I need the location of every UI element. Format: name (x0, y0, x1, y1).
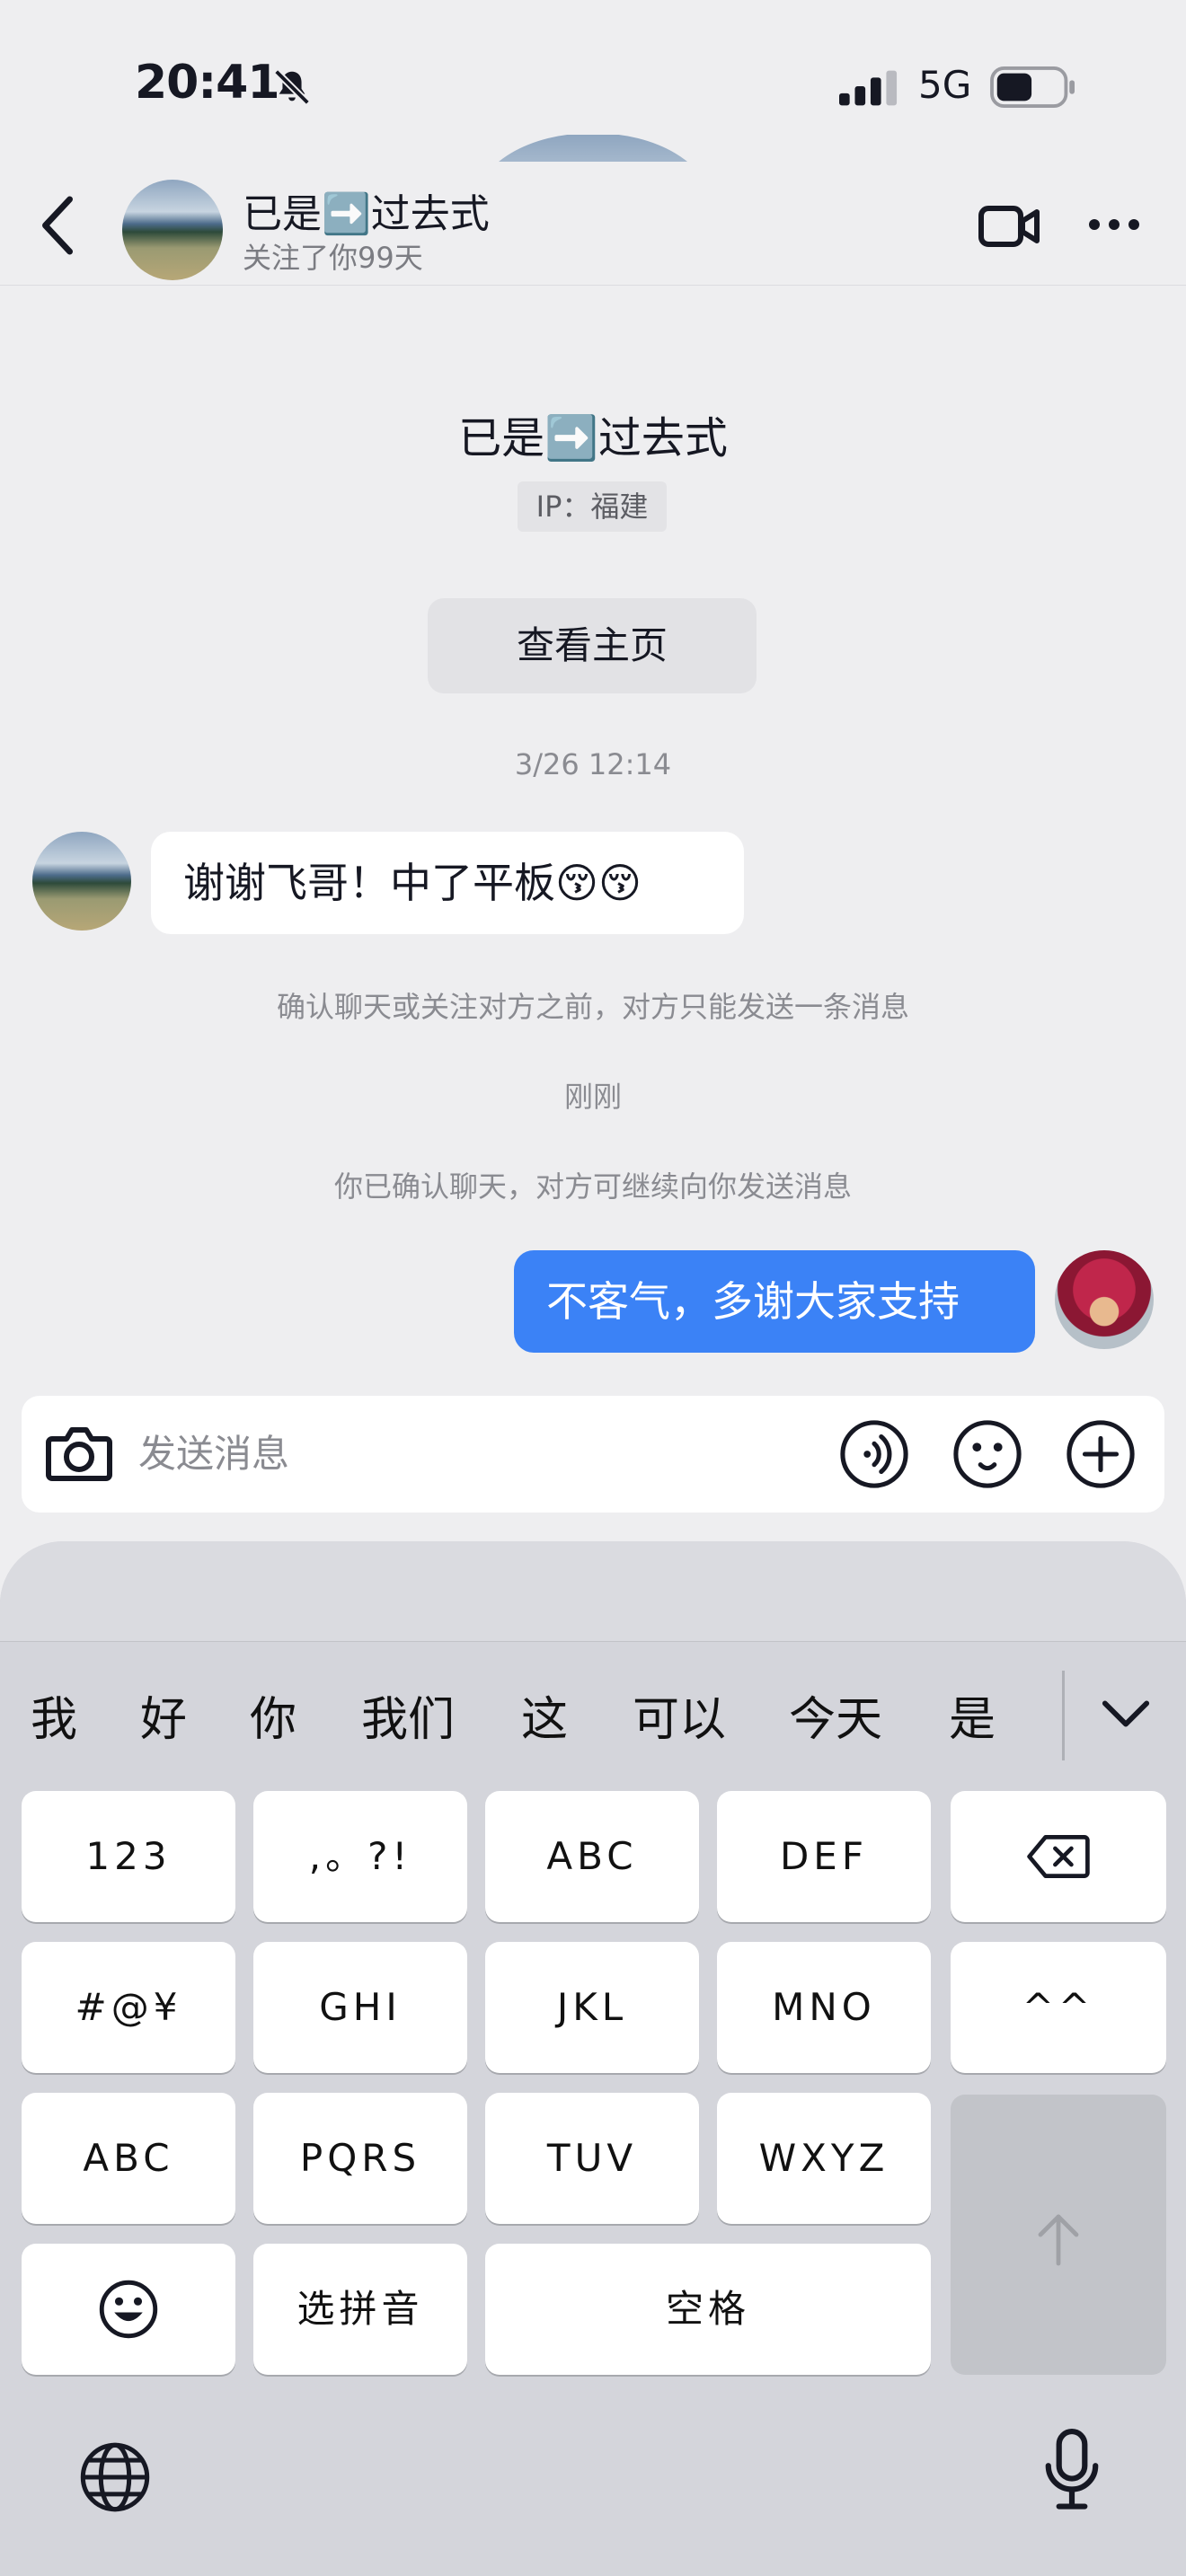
message-timestamp: 3/26 12:14 (514, 747, 672, 781)
header-avatar[interactable] (122, 180, 223, 280)
bell-mute-icon (274, 69, 310, 105)
key-symbols[interactable]: #@¥ (22, 1942, 235, 2073)
message-input[interactable] (138, 1421, 821, 1486)
incoming-message-bubble[interactable]: 谢谢飞哥！中了平板😚😚 (151, 832, 744, 934)
view-profile-button[interactable]: 查看主页 (428, 598, 757, 693)
key-ghi[interactable]: GHI (253, 1942, 467, 2073)
mic-icon[interactable] (1044, 2427, 1100, 2513)
key-enter[interactable] (951, 2095, 1166, 2375)
key-abc[interactable]: ABC (485, 1791, 699, 1922)
message-timestamp: 刚刚 (563, 1080, 622, 1114)
key-jkl[interactable]: JKL (485, 1942, 699, 2073)
candidate-word[interactable]: 可以 (633, 1681, 726, 1749)
message-input-bar (22, 1396, 1164, 1513)
candidate-divider (1062, 1671, 1065, 1760)
keyboard: 我 好 你 我们 这 可以 今天 是 123 ,。?! ABC DEF #@¥ … (0, 1541, 1186, 2576)
key-mno[interactable]: MNO (717, 1942, 931, 2073)
key-pqrs[interactable]: PQRS (253, 2093, 467, 2224)
key-space[interactable]: 空格 (485, 2244, 931, 2375)
plus-icon[interactable] (1066, 1419, 1136, 1489)
follow-duration: 关注了你99天 (243, 241, 423, 275)
back-icon[interactable] (40, 196, 75, 255)
battery-icon (990, 66, 1075, 108)
voice-icon[interactable] (839, 1419, 909, 1489)
chat-header: 已是➡️过去式 关注了你99天 (0, 162, 1186, 286)
system-notice: 确认聊天或关注对方之前，对方只能发送一条消息 (276, 990, 909, 1024)
video-icon[interactable] (978, 201, 1042, 251)
contact-avatar[interactable] (32, 832, 131, 931)
emoji-icon[interactable] (952, 1419, 1022, 1489)
signal-icon (839, 70, 898, 106)
candidate-word[interactable]: 我 (31, 1681, 77, 1749)
backspace-icon (1027, 1835, 1090, 1878)
key-select-pinyin[interactable]: 选拼音 (253, 2244, 467, 2375)
camera-icon[interactable] (45, 1421, 113, 1486)
status-time: 20:41 (135, 56, 280, 110)
candidate-word[interactable]: 你 (250, 1681, 296, 1749)
key-emoji[interactable] (22, 2244, 235, 2375)
contact-name[interactable]: 已是➡️过去式 (243, 181, 490, 239)
key-abc-switch[interactable]: ABC (22, 2093, 235, 2224)
emoji-key-icon (99, 2280, 158, 2339)
ip-location-badge: IP：福建 (518, 481, 667, 532)
keyboard-top-strip (0, 1541, 1186, 1642)
system-notice: 你已确认聊天，对方可继续向你发送消息 (333, 1169, 852, 1204)
network-label: 5G (918, 63, 972, 107)
my-avatar[interactable] (1055, 1250, 1154, 1349)
chevron-down-icon[interactable] (1100, 1696, 1152, 1732)
candidate-word[interactable]: 这 (521, 1681, 568, 1749)
key-123[interactable]: 123 (22, 1791, 235, 1922)
key-emoticon[interactable]: ^^ (951, 1942, 1166, 2073)
globe-icon[interactable] (77, 2439, 153, 2515)
candidate-word[interactable]: 今天 (789, 1681, 882, 1749)
key-wxyz[interactable]: WXYZ (717, 2093, 931, 2224)
enter-arrow-icon (1038, 2214, 1079, 2266)
key-tuv[interactable]: TUV (485, 2093, 699, 2224)
key-backspace[interactable] (951, 1791, 1166, 1922)
key-def[interactable]: DEF (717, 1791, 931, 1922)
candidate-word[interactable]: 好 (140, 1681, 187, 1749)
outgoing-message-bubble[interactable]: 不客气，多谢大家支持 (514, 1250, 1035, 1353)
profile-name: 已是➡️过去式 (458, 413, 728, 463)
candidate-word[interactable]: 是 (949, 1681, 996, 1749)
key-punctuation[interactable]: ,。?! (253, 1791, 467, 1922)
more-icon[interactable] (1087, 216, 1141, 234)
candidate-word[interactable]: 我们 (361, 1681, 455, 1749)
